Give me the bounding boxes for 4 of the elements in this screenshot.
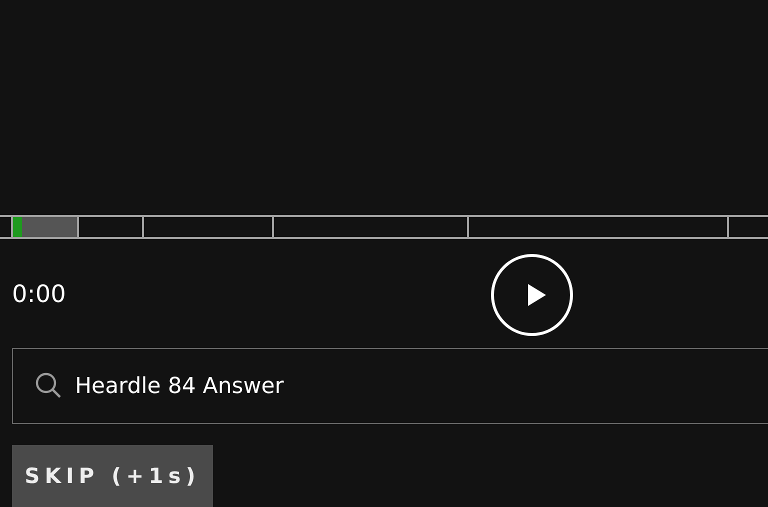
skip-button[interactable]: SKIP (+1s) <box>12 445 213 507</box>
elapsed-time: 0:00 <box>12 280 66 308</box>
search-field[interactable]: Heardle 84 Answer <box>12 348 768 424</box>
play-button[interactable] <box>491 254 573 336</box>
